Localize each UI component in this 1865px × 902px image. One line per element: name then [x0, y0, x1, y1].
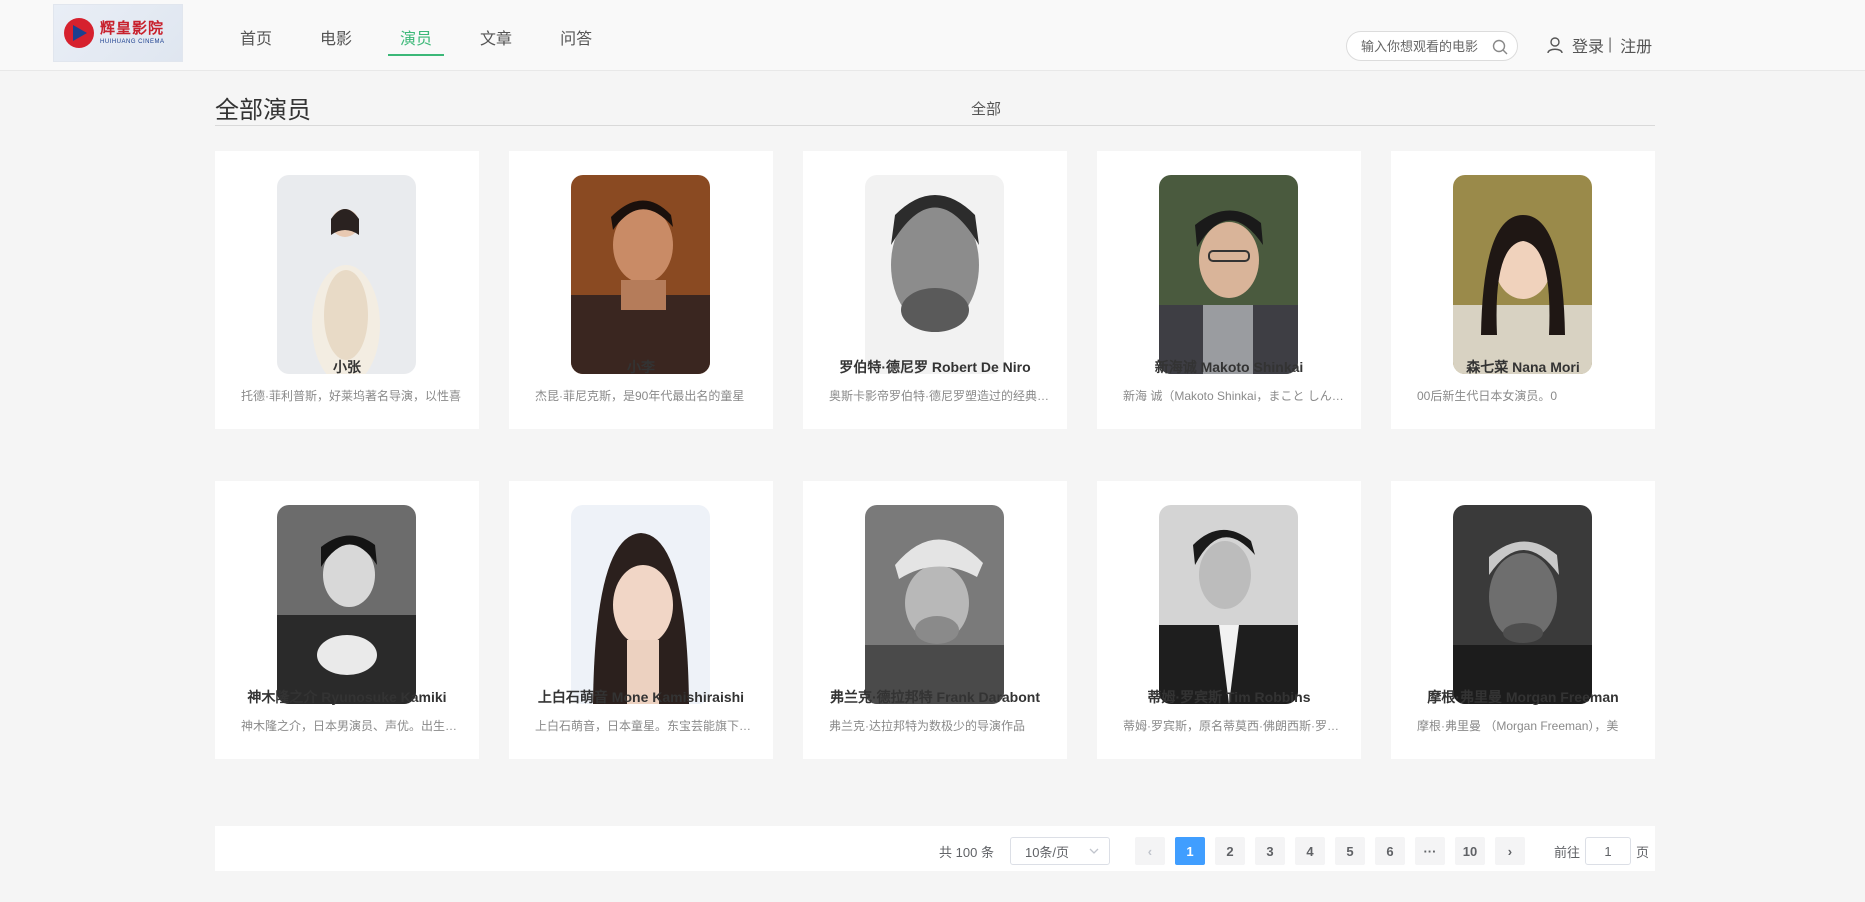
page-title: 全部演员	[215, 97, 311, 124]
actor-desc: 摩根·弗里曼 （Morgan Freeman），美	[1417, 719, 1619, 733]
top-header: 辉皇影院 HUIHUANG CINEMA 首页 电影 演员 文章 问答 登录 |…	[0, 0, 1865, 71]
nav-qa[interactable]: 问答	[548, 0, 604, 71]
actor-card[interactable]: 小李 杰昆·菲尼克斯，是90年代最出名的童星	[509, 151, 773, 429]
search-input[interactable]	[1361, 38, 1489, 54]
actor-name: 新海诚 Makoto Shinkai	[1154, 359, 1304, 375]
actor-card[interactable]: 小张 托德·菲利普斯，好莱坞著名导演，以性喜	[215, 151, 479, 429]
actor-card[interactable]: 弗兰克·德拉邦特 Frank Darabont 弗兰克·达拉邦特为数极少的导演作…	[803, 481, 1067, 759]
login-link[interactable]: 登录	[1572, 33, 1604, 57]
actor-desc: 蒂姆·罗宾斯，原名蒂莫西·佛朗西斯·罗宾斯	[1123, 719, 1347, 733]
actor-name: 小李	[627, 359, 655, 375]
more-pages-button[interactable]: ···	[1414, 837, 1445, 865]
logo-title: 辉皇影院	[100, 20, 165, 37]
actor-photo	[1453, 505, 1592, 704]
actor-name: 上白石萌音 Mone Kamishiraishi	[537, 689, 745, 705]
actor-desc: 神木隆之介，日本男演员、声优。出生于埼玉县	[241, 719, 465, 733]
search-icon[interactable]	[1492, 39, 1508, 55]
logo-play-icon	[64, 18, 94, 48]
actor-card[interactable]: 神木隆之介 Ryunosuke Kamiki 神木隆之介，日本男演员、声优。出生…	[215, 481, 479, 759]
goto-page: 前往 页	[1554, 837, 1649, 865]
actor-name: 弗兰克·德拉邦特 Frank Darabont	[829, 689, 1040, 705]
page-button-1[interactable]: 1	[1174, 837, 1205, 865]
user-area: 登录 | 注册	[1546, 33, 1652, 57]
actor-card[interactable]: 上白石萌音 Mone Kamishiraishi 上白石萌音，日本童星。东宝芸能…	[509, 481, 773, 759]
actor-card[interactable]: 新海诚 Makoto Shinkai 新海 诚（Makoto Shinkai，ま…	[1097, 151, 1361, 429]
actor-card[interactable]: 蒂姆·罗宾斯 Tim Robbins 蒂姆·罗宾斯，原名蒂莫西·佛朗西斯·罗宾斯	[1097, 481, 1361, 759]
total-count: 共 100 条	[939, 844, 994, 860]
page-button-3[interactable]: 3	[1254, 837, 1285, 865]
actor-desc: 00后新生代日本女演员。0	[1417, 389, 1558, 403]
actor-photo	[277, 505, 416, 704]
actor-grid: 小张 托德·菲利普斯，好莱坞著名导演，以性喜 小李 杰昆·菲尼克斯，是90年代最…	[215, 151, 1655, 759]
section-header: 全部演员 全部	[215, 84, 1655, 126]
actor-desc: 新海 诚（Makoto Shinkai，まこと しんかい）	[1123, 389, 1347, 403]
page-button-2[interactable]: 2	[1214, 837, 1245, 865]
search-box	[1346, 31, 1518, 61]
page-button-4[interactable]: 4	[1294, 837, 1325, 865]
chevron-down-icon	[1089, 848, 1099, 854]
pagination-bar: 共 100 条 10条/页 ‹ 1 2 3 4 5 6 ··· 10 › 前往 …	[215, 826, 1655, 871]
page-size-value: 10条/页	[1024, 844, 1070, 860]
actor-name: 罗伯特·德尼罗 Robert De Niro	[839, 359, 1031, 375]
user-icon	[1547, 37, 1563, 54]
prev-page-button[interactable]: ‹	[1134, 837, 1165, 865]
goto-page-input[interactable]	[1584, 837, 1631, 865]
next-page-button[interactable]: ›	[1494, 837, 1525, 865]
filter-all[interactable]: 全部	[971, 98, 1001, 119]
actor-desc: 上白石萌音，日本童星。东宝芸能旗下演员	[535, 719, 759, 733]
actor-photo	[1159, 175, 1298, 374]
actor-photo	[571, 505, 710, 704]
logo-subtitle: HUIHUANG CINEMA	[100, 39, 165, 45]
actor-card[interactable]: 摩根·弗里曼 Morgan Freeman 摩根·弗里曼 （Morgan Fre…	[1391, 481, 1655, 759]
page-button-5[interactable]: 5	[1334, 837, 1365, 865]
register-link[interactable]: 注册	[1620, 33, 1652, 57]
actor-desc: 弗兰克·达拉邦特为数极少的导演作品	[829, 719, 1025, 733]
page-size-select[interactable]: 10条/页	[1009, 837, 1110, 865]
actor-photo	[571, 175, 710, 374]
nav-articles[interactable]: 文章	[468, 0, 524, 71]
actor-photo	[1453, 175, 1592, 374]
actor-name: 森七菜 Nana Mori	[1466, 359, 1580, 375]
nav-actors[interactable]: 演员	[388, 0, 445, 71]
actor-desc: 托德·菲利普斯，好莱坞著名导演，以性喜	[241, 389, 461, 403]
goto-suffix: 页	[1635, 844, 1649, 860]
page-button-6[interactable]: 6	[1374, 837, 1405, 865]
actor-photo	[865, 175, 1004, 374]
page-button-10[interactable]: 10	[1454, 837, 1485, 865]
actor-name: 小张	[333, 359, 361, 375]
goto-prefix: 前往	[1553, 844, 1580, 860]
site-logo[interactable]: 辉皇影院 HUIHUANG CINEMA	[53, 4, 183, 62]
main-nav: 首页 电影 演员 文章 问答	[228, 0, 628, 71]
nav-movies[interactable]: 电影	[308, 0, 364, 71]
login-separator: |	[1608, 36, 1613, 53]
actor-name: 神木隆之介 Ryunosuke Kamiki	[247, 689, 447, 705]
actor-card[interactable]: 森七菜 Nana Mori 00后新生代日本女演员。0	[1391, 151, 1655, 429]
actor-name: 蒂姆·罗宾斯 Tim Robbins	[1147, 689, 1311, 705]
actor-desc: 杰昆·菲尼克斯，是90年代最出名的童星	[535, 389, 745, 403]
actor-photo	[277, 175, 416, 374]
pagination: 共 100 条 10条/页 ‹ 1 2 3 4 5 6 ··· 10 › 前往 …	[939, 837, 1649, 865]
actor-photo	[1159, 505, 1298, 704]
actor-desc: 奥斯卡影帝罗伯特·德尼罗塑造过的经典角色	[829, 389, 1053, 403]
nav-home[interactable]: 首页	[228, 0, 284, 71]
actor-card[interactable]: 罗伯特·德尼罗 Robert De Niro 奥斯卡影帝罗伯特·德尼罗塑造过的经…	[803, 151, 1067, 429]
actor-name: 摩根·弗里曼 Morgan Freeman	[1427, 689, 1619, 705]
actor-photo	[865, 505, 1004, 704]
